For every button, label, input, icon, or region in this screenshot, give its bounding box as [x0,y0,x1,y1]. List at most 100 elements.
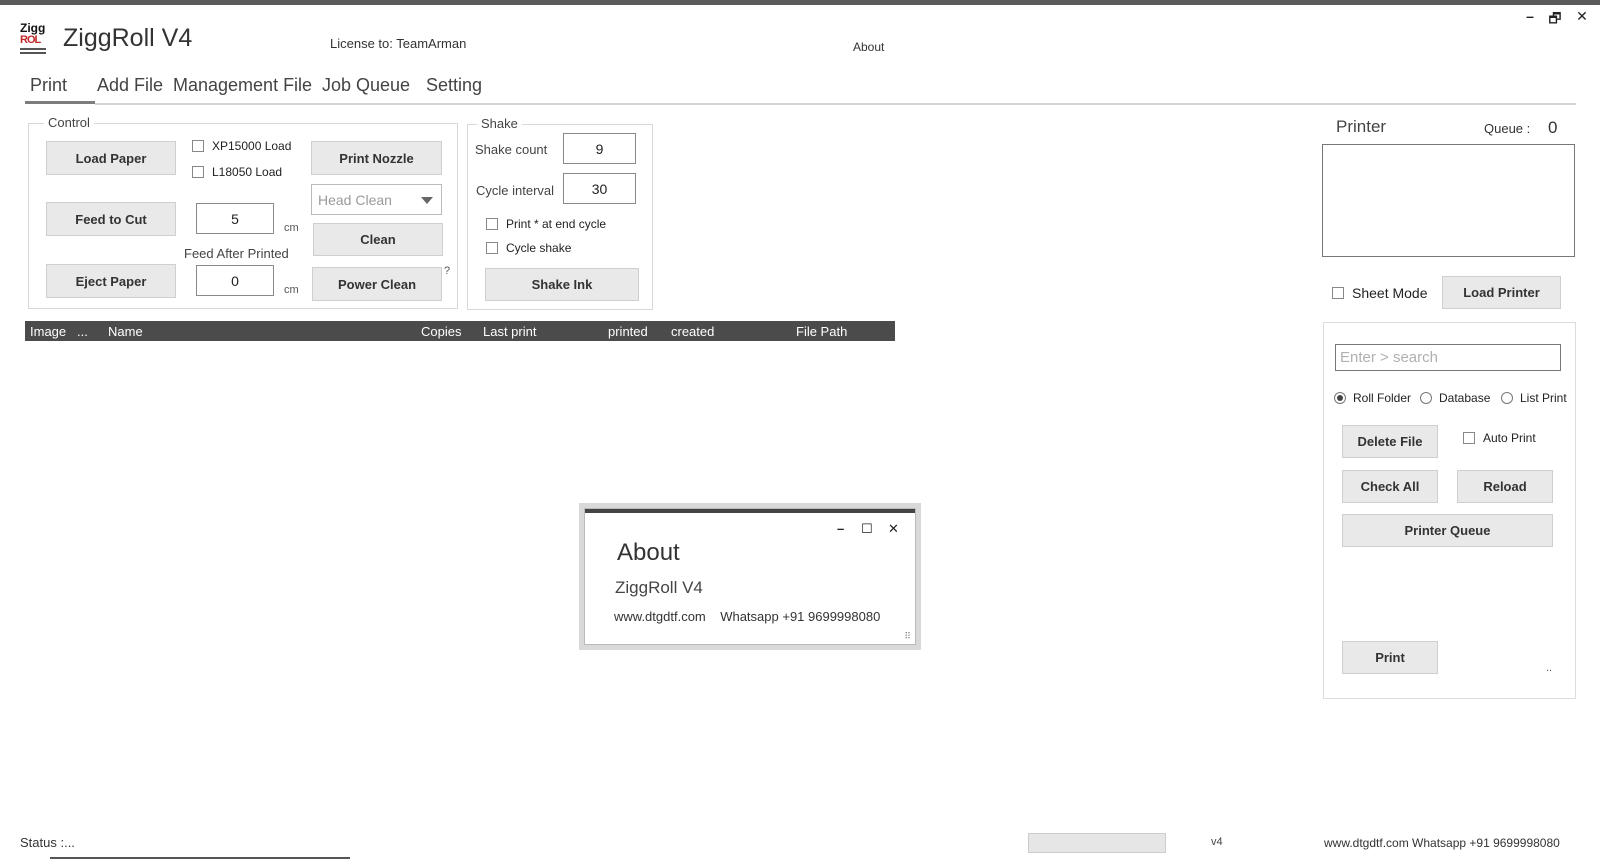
print-end-cycle-label: Print * at end cycle [506,217,607,231]
column-file-path[interactable]: File Path [796,324,847,339]
radio-database[interactable]: Database [1420,391,1490,405]
file-grid-header: Image ... Name Copies Last print printed… [25,321,895,341]
column-name[interactable]: Name [108,324,143,339]
tab-setting[interactable]: Setting [426,75,482,96]
dialog-maximize-button[interactable]: ☐ [861,521,873,537]
xp15000-load-checkbox[interactable]: XP15000 Load [192,139,291,153]
column-more[interactable]: ... [77,324,88,339]
column-printed[interactable]: printed [608,324,648,339]
about-link[interactable]: About [853,40,884,54]
printer-label: Printer [1336,117,1387,136]
shake-ink-button[interactable]: Shake Ink [485,268,639,301]
radio-list-print-label: List Print [1520,391,1567,405]
l18050-load-label: L18050 Load [212,165,283,179]
column-image[interactable]: Image [30,324,66,339]
radio-list-print[interactable]: List Print [1501,391,1567,405]
column-copies[interactable]: Copies [421,324,461,339]
head-clean-value: Head Clean [318,192,392,208]
print-nozzle-button[interactable]: Print Nozzle [311,141,442,175]
auto-print-checkbox[interactable]: Auto Print [1463,431,1536,445]
app-logo: Zigg ROL [20,22,54,58]
feed-after-printed-label: Feed After Printed [184,246,289,261]
restore-button[interactable]: 🗗 [1545,8,1565,32]
checkbox-box [486,218,498,230]
queue-label: Queue : [1484,121,1531,136]
close-button[interactable]: ✕ [1572,8,1592,25]
feed-after-unit-label: cm [284,284,299,296]
sheet-mode-checkbox[interactable]: Sheet Mode [1332,285,1428,301]
cycle-interval-input[interactable]: 30 [563,173,636,204]
cycle-interval-label: Cycle interval [476,183,555,198]
footer-contact-info: www.dtgdtf.com Whatsapp +91 9699998080 [1324,836,1560,850]
feed-unit-label: cm [284,222,299,234]
window-top-bar [0,0,1600,5]
status-text: Status :... [20,835,75,850]
print-button[interactable]: Print [1342,641,1438,674]
radio-roll-folder[interactable]: Roll Folder [1334,391,1411,405]
printer-queue-button[interactable]: Printer Queue [1342,514,1553,547]
license-text: License to: TeamArman [330,36,467,51]
delete-file-button[interactable]: Delete File [1342,425,1438,458]
sheet-mode-label: Sheet Mode [1352,285,1428,301]
tab-add-file[interactable]: Add File [97,75,163,96]
tab-job-queue[interactable]: Job Queue [322,75,410,96]
resize-grip-icon[interactable]: ⠿ [904,631,911,642]
help-icon[interactable]: ? [444,265,450,277]
logo-roll-icon [20,48,46,54]
printer-list[interactable] [1322,144,1575,257]
progress-bar [1028,833,1166,853]
cycle-shake-checkbox[interactable]: Cycle shake [486,241,571,255]
clean-button[interactable]: Clean [313,223,443,256]
about-dialog: – ☐ ✕ About ZiggRoll V4 www.dtgdtf.com W… [584,508,916,645]
cycle-shake-label: Cycle shake [506,241,572,255]
shake-count-input[interactable]: 9 [563,133,636,164]
feed-to-cut-input[interactable]: 5 [196,203,274,234]
dialog-minimize-button[interactable]: – [837,521,844,536]
radio-roll-folder-label: Roll Folder [1353,391,1412,405]
eject-paper-button[interactable]: Eject Paper [46,264,176,298]
column-created[interactable]: created [671,324,714,339]
xp15000-load-label: XP15000 Load [212,139,292,153]
auto-print-label: Auto Print [1483,431,1536,445]
feed-to-cut-button[interactable]: Feed to Cut [46,202,176,236]
dialog-title: About [617,539,680,566]
shake-count-label: Shake count [475,142,548,157]
app-title: ZiggRoll V4 [63,24,193,52]
radio-database-label: Database [1439,391,1491,405]
dialog-top-bar [585,509,915,513]
dialog-contact-info: www.dtgdtf.com Whatsapp +91 9699998080 [614,609,881,624]
shake-legend: Shake [477,116,522,131]
load-printer-button[interactable]: Load Printer [1442,276,1561,309]
tab-management-file[interactable]: Management File [173,75,312,96]
checkbox-box [1463,432,1475,444]
minimize-button[interactable]: – [1520,8,1540,24]
power-clean-button[interactable]: Power Clean [312,267,442,301]
load-paper-button[interactable]: Load Paper [46,141,176,175]
logo-text-top: Zigg [20,21,46,35]
column-last-print[interactable]: Last print [483,324,536,339]
radio-indicator [1420,392,1432,404]
l18050-load-checkbox[interactable]: L18050 Load [192,165,282,179]
dialog-close-button[interactable]: ✕ [888,521,899,537]
check-all-button[interactable]: Check All [1342,470,1438,503]
radio-indicator [1501,392,1513,404]
feed-after-printed-input[interactable]: 0 [196,265,274,296]
checkbox-box [486,242,498,254]
checkbox-box [1332,287,1344,299]
radio-indicator [1334,392,1346,404]
checkbox-box [192,166,204,178]
tab-divider [95,103,1576,105]
chevron-down-icon [421,197,433,204]
logo-text-bottom: ROL [20,34,41,46]
active-tab-indicator [25,101,95,104]
reload-button[interactable]: Reload [1457,470,1553,503]
head-clean-select[interactable]: Head Clean [311,184,442,215]
print-end-cycle-checkbox[interactable]: Print * at end cycle [486,217,606,231]
version-label: v4 [1211,836,1223,848]
dialog-app-name: ZiggRoll V4 [615,578,703,597]
control-legend: Control [44,115,94,130]
search-input[interactable] [1335,344,1561,371]
checkbox-box [192,140,204,152]
tab-print[interactable]: Print [30,75,67,96]
panel-more-indicator: .. [1546,662,1553,674]
